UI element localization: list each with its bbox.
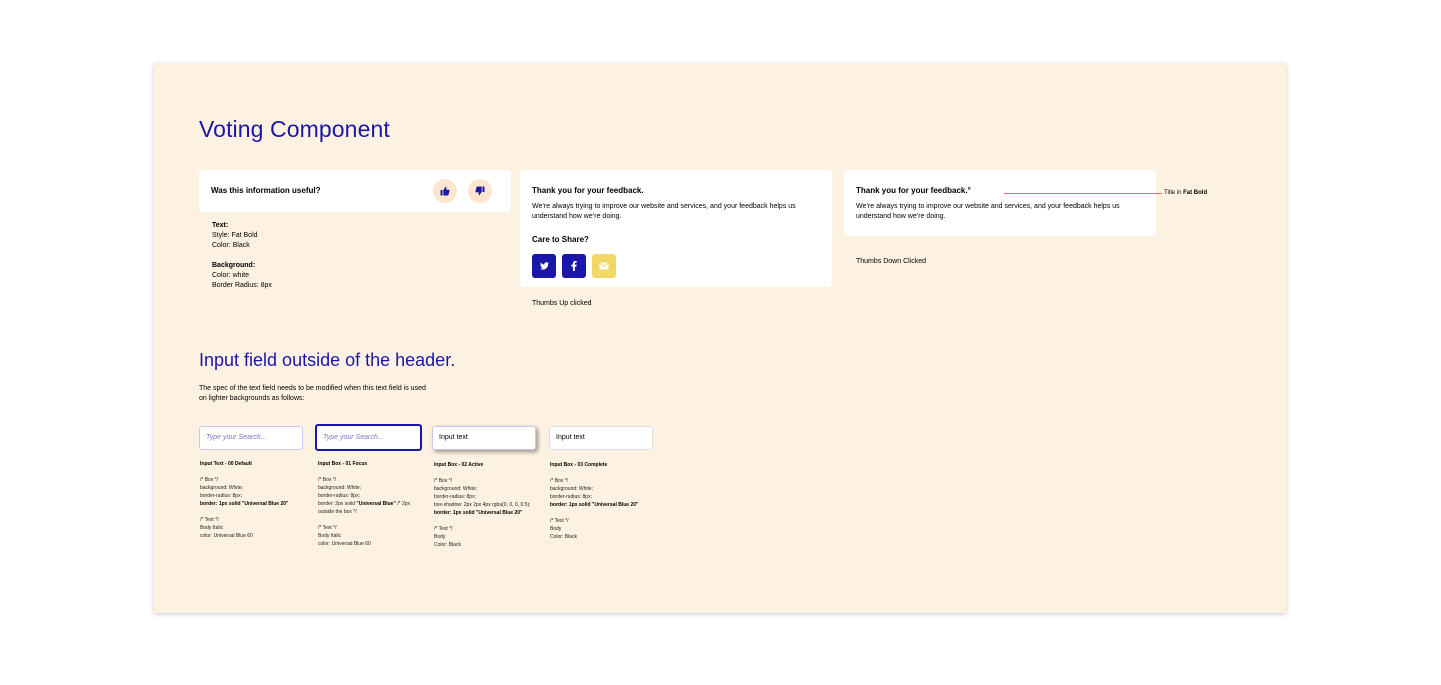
feedback-body-line: We’re always trying to improve our websi… <box>856 203 1120 210</box>
spec-line: /* Text */ <box>200 517 219 523</box>
thumbs-down-icon <box>475 186 485 196</box>
feedback-body-line: We’re always trying to improve our websi… <box>532 203 796 210</box>
share-heading: Care to Share? <box>532 235 589 244</box>
spec-line: /* Box */ <box>434 478 453 484</box>
voting-question-card: Was this information useful? <box>199 170 511 212</box>
spec-text-heading: Text: <box>212 222 229 229</box>
spec-line: /* Text */ <box>550 518 569 524</box>
search-input-default[interactable]: Type your Search... <box>199 426 303 450</box>
annotation-prefix: Title in <box>1164 190 1182 196</box>
feedback-title: Thank you for your feedback. <box>532 186 644 195</box>
spec-line: Body <box>550 526 562 532</box>
spec-line: background: White; <box>200 485 244 491</box>
spec-line: Body <box>434 534 446 540</box>
spec-line: background: White; <box>318 485 362 491</box>
annotation-label: Title in Fat Bold <box>1164 188 1207 198</box>
input-active[interactable]: Input text <box>432 426 536 450</box>
spec-line: border-radius: 8px; <box>318 493 360 499</box>
spec-line: border: 2px solid "Universal Blue" /* 2p… <box>318 500 410 508</box>
spec-line: border-radius: 8px; <box>434 494 476 500</box>
spec-line: color: Universal Blue 60 <box>200 533 253 539</box>
thumbs-down-button[interactable] <box>468 179 492 203</box>
section-title-input: Input field outside of the header. <box>199 350 456 370</box>
description-line: on lighter backgrounds as follows: <box>199 395 305 402</box>
spec-label: Input Box - 03 Complete <box>550 462 608 468</box>
spec-line: Color: Black <box>434 542 461 548</box>
spec-line: background: White; <box>434 486 478 492</box>
spec-label: Input Text - 00 Default <box>200 461 252 467</box>
thumbs-up-icon <box>440 186 450 196</box>
spec-line: /* Text */ <box>434 526 453 532</box>
twitter-share-button[interactable] <box>532 254 556 278</box>
input-spec-active: Input Box - 02 Active /* Box */ backgrou… <box>434 461 530 549</box>
spec-line: border: 1px solid "Universal Blue 20" <box>200 501 289 507</box>
search-input-focus[interactable]: Type your Search... <box>315 424 422 451</box>
spec-line: border: 1px solid "Universal Blue 20" <box>434 510 523 516</box>
feedback-body-line: understand how we’re doing. <box>856 213 946 220</box>
email-share-button[interactable] <box>592 254 616 278</box>
thumbs-up-button[interactable] <box>433 179 457 203</box>
input-spec-focus: Input Box - 01 Focus /* Box */ backgroun… <box>318 460 410 548</box>
spec-line: Body Italic <box>318 533 342 539</box>
section-title-voting: Voting Component <box>199 116 390 142</box>
input-placeholder: Type your Search... <box>323 434 384 441</box>
input-section-description: The spec of the text field needs to be m… <box>199 384 426 404</box>
voting-spec: Text: Style: Fat Bold Color: Black Backg… <box>212 221 272 291</box>
spec-line: color: Universal Blue 60 <box>318 541 371 547</box>
feedback-title: Thank you for your feedback.° <box>856 186 971 195</box>
spec-line: /* Box */ <box>318 477 337 483</box>
spec-line: border-radius: 8px; <box>550 494 592 500</box>
spec-line: Color: Black <box>550 534 577 540</box>
spec-line: outside the box */ <box>318 509 357 515</box>
description-line: The spec of the text field needs to be m… <box>199 385 426 392</box>
facebook-icon <box>571 261 577 271</box>
spec-bg-color: Color: white <box>212 272 249 279</box>
input-spec-complete: Input Box - 03 Complete /* Box */ backgr… <box>550 461 638 541</box>
spec-fragment: border: 2px solid <box>318 501 357 507</box>
spec-line: /* Box */ <box>200 477 219 483</box>
feedback-body: We’re always trying to improve our websi… <box>532 202 796 222</box>
spec-label: Input Box - 02 Active <box>434 462 484 468</box>
input-value: Input text <box>556 434 585 441</box>
spec-line: box-shadow: 2px 2px 4px rgba(0, 0, 0, 0.… <box>434 502 531 508</box>
thumbs-down-feedback-card: Thank you for your feedback.° We’re alwa… <box>844 170 1156 236</box>
spec-line: /* Box */ <box>550 478 569 484</box>
feedback-body-line: understand how we’re doing. <box>532 213 622 220</box>
spec-line: border: 1px solid "Universal Blue 20" <box>550 502 639 508</box>
feedback-body: We’re always trying to improve our websi… <box>856 202 1120 222</box>
spec-line: /* Text */ <box>318 525 337 531</box>
spec-fragment: "Universal Blue" <box>356 501 396 507</box>
facebook-share-button[interactable] <box>562 254 586 278</box>
spec-text-style: Style: Fat Bold <box>212 232 258 239</box>
spec-line: Body Italic <box>200 525 224 531</box>
thumbs-up-feedback-card: Thank you for your feedback. We’re alway… <box>520 170 832 287</box>
spec-label: Input Box - 01 Focus <box>318 461 368 467</box>
spec-text-color: Color: Black <box>212 242 250 249</box>
spec-line: background: White; <box>550 486 594 492</box>
spec-line: border-radius: 8px; <box>200 493 242 499</box>
voting-question-text: Was this information useful? <box>211 186 321 195</box>
input-value: Input text <box>439 434 468 441</box>
annotation-line <box>1004 193 1162 194</box>
input-complete[interactable]: Input text <box>549 426 653 450</box>
input-placeholder: Type your Search... <box>206 434 267 441</box>
spec-bg-radius: Border Radius: 8px <box>212 282 272 289</box>
artboard: Voting Component Was this information us… <box>154 64 1286 613</box>
twitter-icon <box>539 262 549 270</box>
thumbs-up-caption: Thumbs Up clicked <box>532 300 592 307</box>
thumbs-down-caption: Thumbs Down Clicked <box>856 258 927 265</box>
input-spec-default: Input Text - 00 Default /* Box */ backgr… <box>200 460 288 540</box>
email-icon <box>599 262 609 270</box>
spec-fragment: /* 2px <box>395 501 411 507</box>
annotation-bold: Fat Bold <box>1183 190 1208 196</box>
spec-bg-heading: Background: <box>212 262 256 269</box>
